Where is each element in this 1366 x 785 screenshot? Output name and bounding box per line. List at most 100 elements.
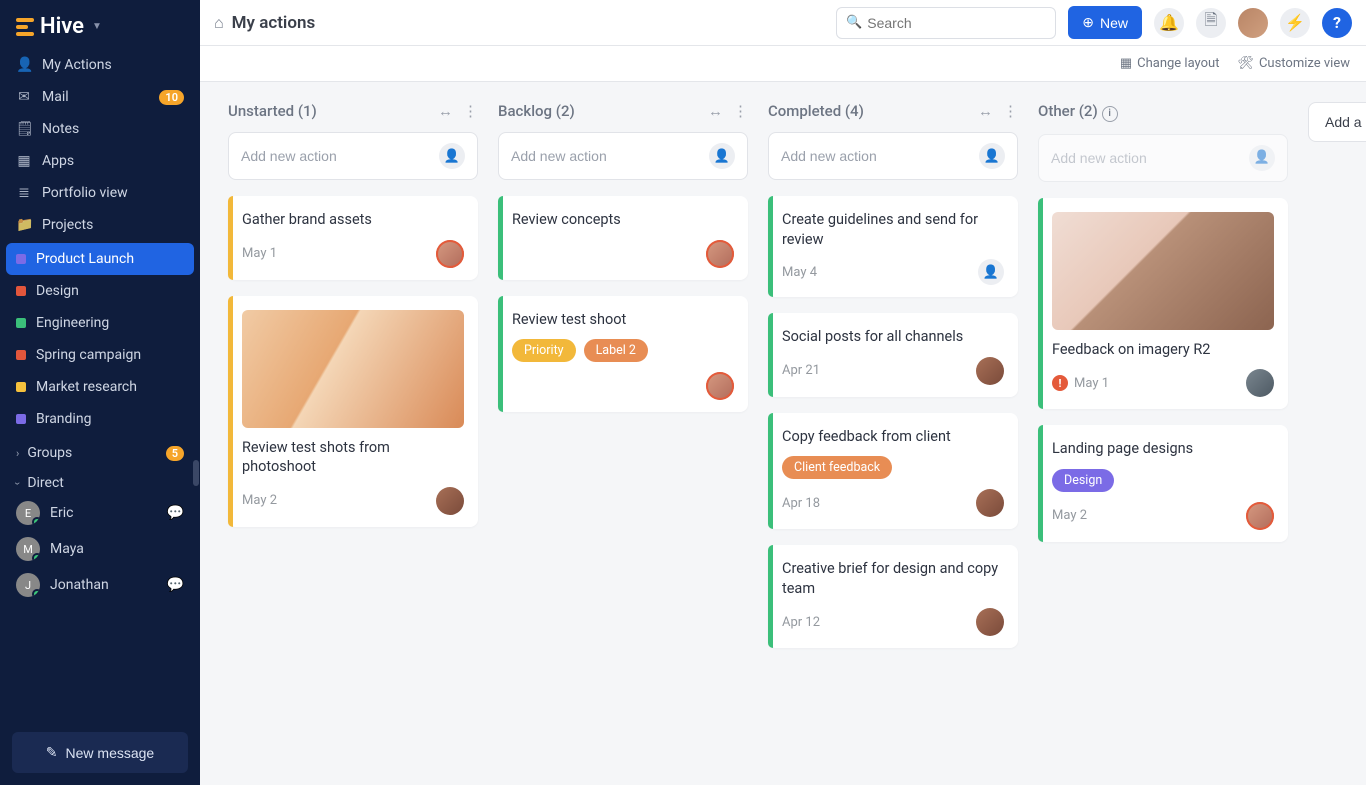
app-name: Hive xyxy=(40,14,84,39)
assignee-placeholder-icon[interactable]: 👤 xyxy=(709,143,735,169)
avatar[interactable] xyxy=(436,487,464,515)
avatar[interactable] xyxy=(706,240,734,268)
label[interactable]: Design xyxy=(1052,469,1114,492)
assignee-placeholder-icon[interactable]: 👤 xyxy=(439,143,465,169)
nav-label: Mail xyxy=(42,89,69,105)
groups-label: Groups xyxy=(27,445,72,461)
tool-icon: 🛠 xyxy=(1237,56,1254,71)
assignee-placeholder-icon[interactable]: 👤 xyxy=(979,143,1005,169)
customize-view-button[interactable]: 🛠Customize view xyxy=(1237,56,1350,71)
assignee-placeholder-icon[interactable]: 👤 xyxy=(1249,145,1275,171)
avatar[interactable] xyxy=(436,240,464,268)
resize-icon[interactable]: ↔ xyxy=(438,102,453,120)
avatar[interactable] xyxy=(706,372,734,400)
nav-label: My Actions xyxy=(42,57,112,73)
resize-icon[interactable]: ↔ xyxy=(978,102,993,120)
card-stripe xyxy=(768,413,773,530)
add-action-input[interactable] xyxy=(781,148,931,164)
nav-item[interactable]: 📁 Projects xyxy=(0,209,200,241)
add-action-row[interactable]: 👤 xyxy=(228,132,478,180)
card-title: Create guidelines and send for review xyxy=(782,210,1004,249)
label[interactable]: Label 2 xyxy=(584,339,648,362)
sidebar-project[interactable]: Branding xyxy=(0,403,200,435)
more-icon[interactable]: ⋮ xyxy=(733,102,748,120)
avatar[interactable] xyxy=(976,357,1004,385)
card-footer: May 2 xyxy=(242,487,464,515)
avatar[interactable] xyxy=(1238,8,1268,38)
groups-section[interactable]: › Groups 5 xyxy=(0,435,200,465)
add-action-row[interactable]: 👤 xyxy=(1038,134,1288,182)
card-footer xyxy=(512,240,734,268)
document-icon[interactable]: 🗎 xyxy=(1196,8,1226,38)
card[interactable]: Gather brand assetsMay 1 xyxy=(228,196,478,280)
nav-item[interactable]: ≣ Portfolio view xyxy=(0,177,200,209)
label[interactable]: Client feedback xyxy=(782,456,892,479)
sidebar-project[interactable]: Market research xyxy=(0,371,200,403)
chevron-right-icon: › xyxy=(16,447,19,460)
nav-item[interactable]: ▦ Apps xyxy=(0,145,200,177)
more-icon[interactable]: ⋮ xyxy=(463,102,478,120)
card[interactable]: Review concepts xyxy=(498,196,748,280)
card[interactable]: Copy feedback from clientClient feedback… xyxy=(768,413,1018,530)
dm-item[interactable]: J Jonathan💬 xyxy=(0,567,200,603)
project-label: Market research xyxy=(36,379,137,395)
add-action-row[interactable]: 👤 xyxy=(498,132,748,180)
logo[interactable]: Hive ▼ xyxy=(0,0,200,49)
card-stripe xyxy=(228,196,233,280)
avatar[interactable] xyxy=(976,608,1004,636)
add-column-button[interactable]: Add a new xyxy=(1308,102,1366,142)
nav-item[interactable]: 👤 My Actions xyxy=(0,49,200,81)
card[interactable]: Review test shootPriorityLabel 2 xyxy=(498,296,748,413)
card-date: May 4 xyxy=(782,265,817,280)
card-labels: Priority Label 2 xyxy=(512,339,734,362)
avatar[interactable] xyxy=(1246,369,1274,397)
sidebar-project[interactable]: Design xyxy=(0,275,200,307)
nav-item[interactable]: 🗒 Notes xyxy=(0,113,200,145)
search-input[interactable] xyxy=(836,7,1056,39)
bell-icon[interactable]: 🔔 xyxy=(1154,8,1184,38)
new-message-button[interactable]: ✎ New message xyxy=(12,732,188,773)
chevron-down-icon[interactable]: ▼ xyxy=(92,21,102,32)
change-layout-button[interactable]: ▦Change layout xyxy=(1120,56,1220,71)
label[interactable]: Priority xyxy=(512,339,576,362)
info-icon[interactable]: i xyxy=(1102,106,1118,122)
project-label: Branding xyxy=(36,411,91,427)
column-controls: ↔ ⋮ xyxy=(978,102,1018,120)
sidebar-project[interactable]: Product Launch xyxy=(6,243,194,275)
nav-icon: ✉ xyxy=(16,89,32,105)
dm-item[interactable]: M Maya xyxy=(0,531,200,567)
project-color-icon xyxy=(16,382,26,392)
nav-item[interactable]: ✉ Mail10 xyxy=(0,81,200,113)
card[interactable]: Landing page designsDesignMay 2 xyxy=(1038,425,1288,542)
sidebar-scroll-thumb[interactable] xyxy=(193,460,199,486)
more-icon[interactable]: ⋮ xyxy=(1003,102,1018,120)
avatar: E xyxy=(16,501,40,525)
card[interactable]: Creative brief for design and copy teamA… xyxy=(768,545,1018,648)
card[interactable]: Create guidelines and send for review May… xyxy=(768,196,1018,297)
new-button[interactable]: ⊕ New xyxy=(1068,6,1142,39)
resize-icon[interactable]: ↔ xyxy=(708,102,723,120)
card-date: May 2 xyxy=(242,493,277,508)
search-icon: 🔍 xyxy=(846,15,862,30)
hive-logo-icon xyxy=(16,18,34,36)
add-action-input[interactable] xyxy=(1051,150,1201,166)
card[interactable]: Review test shots from photoshootMay 2 xyxy=(228,296,478,527)
dm-item[interactable]: E Eric💬 xyxy=(0,495,200,531)
direct-section[interactable]: › Direct xyxy=(0,465,200,495)
add-action-row[interactable]: 👤 xyxy=(768,132,1018,180)
add-action-input[interactable] xyxy=(241,148,391,164)
avatar[interactable] xyxy=(1246,502,1274,530)
avatar[interactable] xyxy=(976,489,1004,517)
column-header: Other (2)i xyxy=(1038,102,1288,122)
sidebar-project[interactable]: Engineering xyxy=(0,307,200,339)
add-action-input[interactable] xyxy=(511,148,661,164)
card[interactable]: Social posts for all channelsApr 21 xyxy=(768,313,1018,397)
project-color-icon xyxy=(16,286,26,296)
assignee-placeholder-icon[interactable]: 👤 xyxy=(978,259,1004,285)
help-button[interactable]: ? xyxy=(1322,8,1352,38)
sidebar-project[interactable]: Spring campaign xyxy=(0,339,200,371)
card[interactable]: Feedback on imagery R2!May 1 xyxy=(1038,198,1288,410)
board-column: Completed (4) ↔ ⋮ 👤 Create guidelines an… xyxy=(768,102,1018,765)
unread-icon: 💬 xyxy=(167,505,184,521)
lightning-icon[interactable]: ⚡ xyxy=(1280,8,1310,38)
